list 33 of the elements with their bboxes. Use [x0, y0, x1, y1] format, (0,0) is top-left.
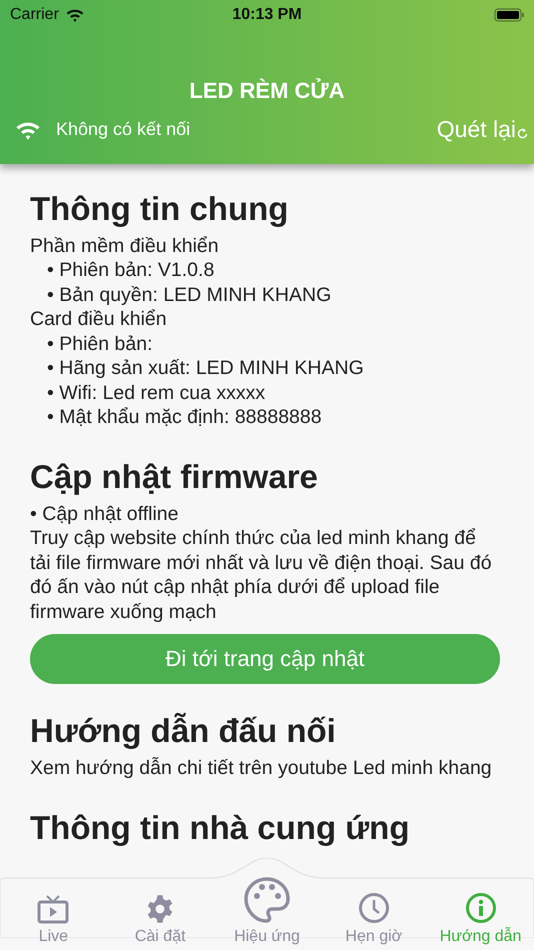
- clock-icon: [358, 892, 390, 924]
- info-item: • Wifi: Led rem cua xxxxx: [46, 380, 266, 406]
- carrier-label: Carrier: [10, 6, 59, 24]
- refresh-icon: [516, 127, 528, 139]
- info-item: • Hãng sản xuất: LED MINH KHANG: [46, 356, 365, 381]
- info-label: Card điều khiển: [30, 307, 168, 332]
- paragraph: • Cập nhật offline: [30, 502, 180, 526]
- section-heading: Hướng dẫn đấu nối: [30, 712, 337, 750]
- section-heading: Cập nhật firmware: [30, 458, 319, 496]
- status-time: 10:13 PM: [232, 6, 302, 24]
- section-heading: Thông tin chung: [30, 190, 290, 228]
- paragraph: Truy cập website chính thức của led minh khang để tải file firmware mới nhất và lưu về điện thoại. Sau đó đó ấn vào nút cập nhật phía dưới để upload file firmware xuống mạch: [30, 526, 493, 624]
- info-item: • Mật khẩu mặc định: 88888888: [46, 405, 323, 430]
- update-button[interactable]: Đi tới trang cập nhật: [30, 634, 500, 684]
- tab-item[interactable]: Cài đặt: [106, 878, 214, 950]
- tab-item[interactable]: Hiệu ứng: [214, 878, 320, 950]
- tab-item[interactable]: Hẹn giờ: [320, 878, 428, 950]
- app-title: LED RÈM CỬA: [188, 78, 346, 104]
- tab-item[interactable]: Hướng dẫn: [427, 878, 534, 950]
- info-item: • Phiên bản: V1.0.8: [46, 258, 216, 283]
- connection-status: Không có kết nối: [56, 119, 190, 140]
- palette-icon: [242, 876, 291, 924]
- paragraph: Xem hướng dẫn chi tiết trên youtube Led minh khang: [30, 756, 493, 781]
- tv-icon: [37, 894, 70, 924]
- info-label: Phần mềm điều khiển: [30, 234, 220, 258]
- info-item: • Bản quyền: LED MINH KHANG: [46, 282, 332, 308]
- battery-icon: [494, 8, 524, 22]
- section-heading: Thông tin nhà cung ứng: [30, 808, 410, 847]
- rescan-button[interactable]: Quét lại: [436, 116, 528, 143]
- info-item: • Phiên bản:: [46, 332, 154, 356]
- wifi-icon: [64, 7, 85, 23]
- tab-item[interactable]: Live: [0, 878, 107, 950]
- info-icon: [464, 892, 497, 924]
